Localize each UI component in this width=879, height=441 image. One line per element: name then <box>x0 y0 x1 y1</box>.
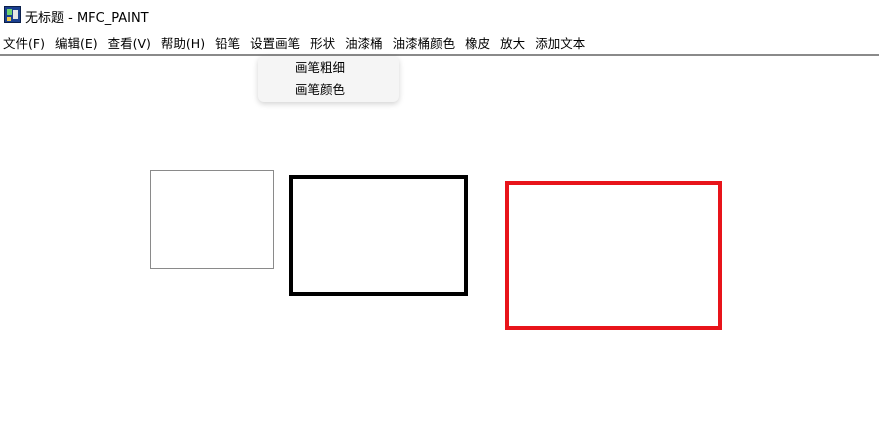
menu-zoom[interactable]: 放大 <box>497 32 532 54</box>
window-title: 无标题 - MFC_PAINT <box>25 11 149 26</box>
menu-paint-bucket[interactable]: 油漆桶 <box>342 32 390 54</box>
menu-bar: 文件(F) 编辑(E) 查看(V) 帮助(H) 铅笔 设置画笔 形状 油漆桶 油… <box>0 32 879 54</box>
brush-settings-dropdown: 画笔粗细 画笔颜色 <box>258 56 399 102</box>
menu-help[interactable]: 帮助(H) <box>158 32 212 54</box>
menu-brush-settings[interactable]: 设置画笔 <box>247 32 308 54</box>
app-window: 无标题 - MFC_PAINT 文件(F) 编辑(E) 查看(V) 帮助(H) … <box>0 0 879 441</box>
paint-app-icon <box>4 6 21 23</box>
drawing-canvas[interactable] <box>0 56 879 441</box>
thin-gray-rectangle <box>150 170 274 269</box>
menu-eraser[interactable]: 橡皮 <box>462 32 497 54</box>
dropdown-item-brush-size[interactable]: 画笔粗细 <box>258 57 399 79</box>
dropdown-item-brush-color[interactable]: 画笔颜色 <box>258 79 399 101</box>
menu-pencil[interactable]: 铅笔 <box>212 32 247 54</box>
menu-bucket-color[interactable]: 油漆桶颜色 <box>390 32 463 54</box>
menu-edit[interactable]: 编辑(E) <box>52 32 105 54</box>
menu-add-text[interactable]: 添加文本 <box>532 32 592 54</box>
title-bar: 无标题 - MFC_PAINT <box>0 0 879 32</box>
menu-shape[interactable]: 形状 <box>307 32 342 54</box>
red-rectangle <box>505 181 722 330</box>
menu-view[interactable]: 查看(V) <box>105 32 158 54</box>
thick-black-rectangle <box>289 175 468 296</box>
menu-file[interactable]: 文件(F) <box>0 32 52 54</box>
